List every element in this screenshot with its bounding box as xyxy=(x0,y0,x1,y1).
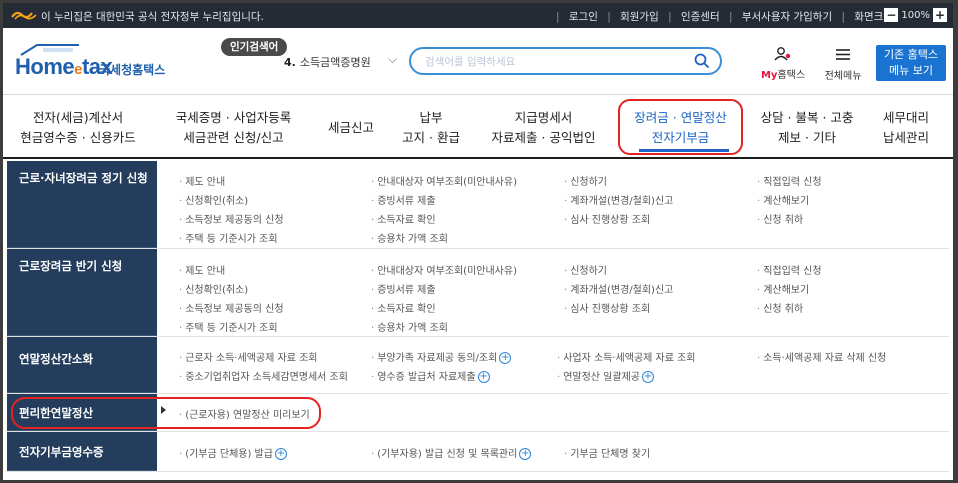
zoom-out-button[interactable]: − xyxy=(884,8,899,22)
menu-link[interactable]: 신청 취하 xyxy=(757,300,803,315)
my-hometax-button[interactable]: My홈택스 xyxy=(759,46,807,81)
menu-link[interactable]: 계좌개설(변경/철회)신고 xyxy=(564,281,673,296)
nav-tax-return[interactable]: 세금신고 xyxy=(315,96,387,159)
menu-link[interactable]: 승용차 가액 조회 xyxy=(371,319,448,334)
menu-link[interactable]: 중소기업취업자 소득세감면명세서 조회 xyxy=(179,368,348,383)
popular-search-term[interactable]: 4. 소득금액증명원 xyxy=(284,54,371,70)
menu-link[interactable]: 근로자 소득·세액공제 자료 조회 xyxy=(179,349,317,364)
menu-link[interactable]: 안내대상자 여부조회(미안내사유) xyxy=(371,173,517,188)
plus-circle-icon[interactable]: + xyxy=(499,352,512,364)
menu-row-year-end-simplified: 연말정산간소화 근로자 소득·세액공제 자료 조회 부양가족 자료제공 동의/조… xyxy=(7,337,949,394)
menu-link[interactable]: 사업자 소득·세액공제 자료 조회 xyxy=(557,349,695,364)
row-heading: 전자기부금영수증 xyxy=(7,432,157,471)
search-icon[interactable] xyxy=(694,53,710,69)
highlight-annotation xyxy=(11,397,321,429)
plus-circle-icon[interactable]: + xyxy=(477,371,490,383)
nav-e-invoice[interactable]: 전자(세금)계산서 현금영수증 · 신용카드 xyxy=(8,96,148,159)
zoom-level: 100% xyxy=(901,9,930,21)
menu-link[interactable]: 신청확인(취소) xyxy=(179,281,248,296)
mega-menu: 근로·자녀장려금 정기 신청 제도 안내 안내대상자 여부조회(미안내사유) 신… xyxy=(7,161,949,477)
menu-link[interactable]: (기부자용) 발급 신청 및 목록관리+ xyxy=(371,445,532,460)
menu-link[interactable]: 연말정산 일괄제공+ xyxy=(557,368,654,383)
menu-row-incentive-half: 근로장려금 반기 신청 제도 안내 안내대상자 여부조회(미안내사유) 신청하기… xyxy=(7,249,949,337)
gov-notice-text: 이 누리집은 대한민국 공식 전자정부 누리집입니다. xyxy=(41,11,264,23)
menu-link[interactable]: 부양가족 자료제공 동의/조회+ xyxy=(371,349,512,364)
menu-link[interactable]: 신청하기 xyxy=(564,262,607,277)
login-link[interactable]: 로그인 xyxy=(569,11,598,23)
row-heading: 근로장려금 반기 신청 xyxy=(7,249,157,336)
menu-link[interactable]: 소득·세액공제 자료 삭제 신청 xyxy=(757,349,886,364)
signup-link[interactable]: 회원가입 xyxy=(620,11,659,23)
menu-link[interactable]: 신청 취하 xyxy=(757,211,803,226)
highlight-annotation xyxy=(618,99,743,155)
menu-link[interactable]: 직접입력 신청 xyxy=(757,173,821,188)
gov-notice-bar: 이 누리집은 대한민국 공식 전자정부 누리집입니다. | 로그인 | 회원가입… xyxy=(3,3,953,28)
popular-search-badge: 인기검색어 xyxy=(221,38,288,56)
government-logo-icon xyxy=(11,11,37,20)
nav-tax-certificate[interactable]: 국세증명 · 사업자등록 세금관련 신청/신고 xyxy=(161,96,306,159)
menu-link[interactable]: 소득정보 제공동의 신청 xyxy=(179,300,283,315)
nav-consultation[interactable]: 상담 · 불복 · 고충 제보 · 기타 xyxy=(751,96,863,159)
menu-link[interactable]: 안내대상자 여부조회(미안내사유) xyxy=(371,262,517,277)
top-utility-links: | 로그인 | 회원가입 | 인증센터 | 부서사용자 가입하기 | 화면크기 xyxy=(555,11,893,23)
row-heading: 근로·자녀장려금 정기 신청 xyxy=(7,161,157,248)
menu-link[interactable]: 계좌개설(변경/철회)신고 xyxy=(564,192,673,207)
menu-link[interactable]: 심사 진행상황 조회 xyxy=(564,211,650,226)
menu-link[interactable]: 심사 진행상황 조회 xyxy=(564,300,650,315)
menu-link[interactable]: 제도 안내 xyxy=(179,262,225,277)
zoom-in-button[interactable]: + xyxy=(933,8,947,22)
menu-link[interactable]: 신청하기 xyxy=(564,173,607,188)
user-icon xyxy=(774,47,791,61)
nav-payment[interactable]: 납부 고지 · 환급 xyxy=(391,96,471,159)
hometax-logo[interactable]: Homeetax 국세청홈택스 xyxy=(15,40,175,80)
all-menu-button[interactable]: 전체메뉴 xyxy=(819,46,867,82)
menu-link[interactable]: 소득자료 확인 xyxy=(371,211,435,226)
site-header: Homeetax 국세청홈택스 인기검색어 4.소득금액증명원 ⌵ My홈택스 xyxy=(3,28,953,95)
zoom-control: − 100% + xyxy=(884,8,947,22)
menu-row-donation-receipt: 전자기부금영수증 (기부금 단체용) 발급+ (기부자용) 발급 신청 및 목록… xyxy=(7,432,949,472)
search-box xyxy=(409,47,722,75)
logo-korean-text: 국세청홈택스 xyxy=(99,63,166,77)
plus-circle-icon[interactable]: + xyxy=(519,448,532,460)
dept-user-signup-link[interactable]: 부서사용자 가입하기 xyxy=(742,11,832,23)
browser-viewport: 이 누리집은 대한민국 공식 전자정부 누리집입니다. | 로그인 | 회원가입… xyxy=(3,3,953,480)
hamburger-menu-icon xyxy=(836,49,850,60)
menu-link[interactable]: 소득자료 확인 xyxy=(371,300,435,315)
chevron-down-icon[interactable]: ⌵ xyxy=(388,52,397,67)
nav-tax-agent[interactable]: 세무대리 납세관리 xyxy=(865,96,947,159)
menu-link[interactable]: 증빙서류 제출 xyxy=(371,281,435,296)
row-heading: 연말정산간소화 xyxy=(7,337,157,393)
menu-link[interactable]: 영수증 발급처 자료제출+ xyxy=(371,368,490,383)
menu-link[interactable]: 기부금 단체명 찾기 xyxy=(564,445,650,460)
menu-link[interactable]: 제도 안내 xyxy=(179,173,225,188)
menu-link[interactable]: 계산해보기 xyxy=(757,281,809,296)
classic-menu-button[interactable]: 기존 홈택스 메뉴 보기 xyxy=(876,45,946,81)
menu-link[interactable]: 승용차 가액 조회 xyxy=(371,230,448,245)
search-input[interactable] xyxy=(425,54,685,70)
menu-link[interactable]: 소득정보 제공동의 신청 xyxy=(179,211,283,226)
menu-link[interactable]: 계산해보기 xyxy=(757,192,809,207)
nav-payment-statement[interactable]: 지급명세서 자료제출 · 공익법인 xyxy=(481,96,606,159)
plus-circle-icon[interactable]: + xyxy=(274,448,287,460)
cert-center-link[interactable]: 인증센터 xyxy=(681,11,720,23)
menu-row-incentive-regular: 근로·자녀장려금 정기 신청 제도 안내 안내대상자 여부조회(미안내사유) 신… xyxy=(7,161,949,249)
menu-link[interactable]: 주택 등 기준시가 조회 xyxy=(179,319,277,334)
menu-link[interactable]: (기부금 단체용) 발급+ xyxy=(179,445,287,460)
main-navigation: 전자(세금)계산서 현금영수증 · 신용카드 국세증명 · 사업자등록 세금관련 신… xyxy=(3,96,953,159)
menu-link[interactable]: 주택 등 기준시가 조회 xyxy=(179,230,277,245)
menu-link[interactable]: 신청확인(취소) xyxy=(179,192,248,207)
plus-circle-icon[interactable]: + xyxy=(641,371,654,383)
menu-link[interactable]: 직접입력 신청 xyxy=(757,262,821,277)
menu-link[interactable]: 증빙서류 제출 xyxy=(371,192,435,207)
